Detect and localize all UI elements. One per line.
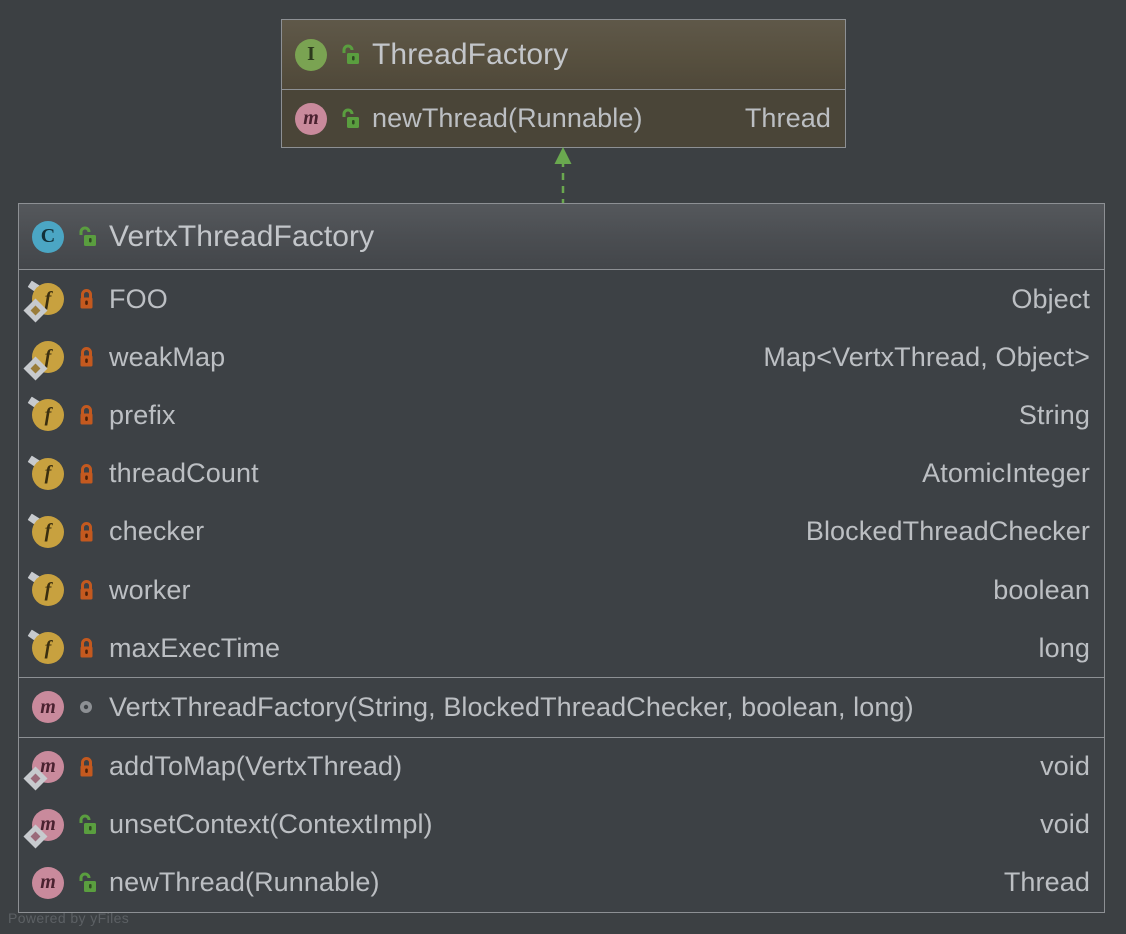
interface-name: ThreadFactory xyxy=(372,37,569,71)
class-node-vertxthreadfactory[interactable]: C VertxThreadFactory f FOO Object f weak… xyxy=(18,203,1105,913)
table-row[interactable]: f checker BlockedThreadChecker xyxy=(19,502,1104,561)
private-locked-icon xyxy=(73,400,99,430)
constructor-signature: VertxThreadFactory(String, BlockedThread… xyxy=(109,691,914,722)
public-unlocked-icon xyxy=(73,222,99,252)
class-icon: C xyxy=(31,220,65,254)
table-row[interactable]: m VertxThreadFactory(String, BlockedThre… xyxy=(19,678,1104,737)
field-type: long xyxy=(1038,632,1090,663)
field-name: prefix xyxy=(109,399,176,430)
field-name: maxExecTime xyxy=(109,632,281,663)
interface-method-row[interactable]: m newThread(Runnable) Thread xyxy=(282,90,845,147)
table-row[interactable]: f weakMap Map<VertxThread, Object> xyxy=(19,328,1104,387)
class-name: VertxThreadFactory xyxy=(109,219,375,253)
field-type: Object xyxy=(1011,283,1090,314)
method-icon: m xyxy=(294,102,328,136)
method-icon: m xyxy=(31,690,65,724)
yfiles-watermark: Powered by yFiles xyxy=(8,910,130,926)
interface-method-section: m newThread(Runnable) Thread xyxy=(282,90,845,147)
method-signature: addToMap(VertxThread) xyxy=(109,751,403,782)
private-locked-icon xyxy=(73,752,99,782)
class-header[interactable]: C VertxThreadFactory xyxy=(19,204,1104,270)
package-private-icon xyxy=(73,692,99,722)
field-type: String xyxy=(1018,399,1090,430)
field-name: checker xyxy=(109,516,205,547)
table-row[interactable]: f FOO Object xyxy=(19,270,1104,329)
field-icon: f xyxy=(31,515,65,549)
interface-header[interactable]: I ThreadFactory xyxy=(282,20,845,90)
constructor-section: m VertxThreadFactory(String, BlockedThre… xyxy=(19,677,1104,737)
method-return-type: void xyxy=(1040,751,1090,782)
interface-icon: I xyxy=(294,38,328,72)
field-icon: f xyxy=(23,340,65,381)
private-locked-icon xyxy=(73,633,99,663)
table-row[interactable]: f maxExecTime long xyxy=(19,619,1104,678)
method-signature: newThread(Runnable) xyxy=(109,867,380,898)
field-icon: f xyxy=(31,631,65,665)
table-row[interactable]: f threadCount AtomicInteger xyxy=(19,444,1104,503)
interface-node-threadfactory[interactable]: I ThreadFactory m newThread(Runnable) Th… xyxy=(281,19,846,148)
field-icon: f xyxy=(31,573,65,607)
method-return-type: Thread xyxy=(1003,867,1090,898)
table-row[interactable]: f worker boolean xyxy=(19,560,1104,620)
field-section: f FOO Object f weakMap Map<VertxThread, … xyxy=(19,270,1104,678)
table-row[interactable]: m newThread(Runnable) Thread xyxy=(19,853,1104,913)
method-signature: unsetContext(ContextImpl) xyxy=(109,809,433,840)
field-type: BlockedThreadChecker xyxy=(805,516,1090,547)
table-row[interactable]: f prefix String xyxy=(19,386,1104,445)
private-locked-icon xyxy=(73,284,99,314)
field-type: AtomicInteger xyxy=(922,458,1090,489)
method-signature: newThread(Runnable) xyxy=(372,103,643,133)
private-locked-icon xyxy=(73,342,99,372)
method-icon: m xyxy=(23,808,65,849)
field-name: threadCount xyxy=(109,458,259,489)
field-icon: f xyxy=(31,398,65,432)
field-icon: f xyxy=(23,282,65,323)
public-unlocked-icon xyxy=(73,810,99,840)
method-return-type: void xyxy=(1040,809,1090,840)
method-return-type: Thread xyxy=(744,103,831,133)
realization-arrow xyxy=(554,147,572,206)
public-unlocked-icon xyxy=(73,868,99,898)
field-icon: f xyxy=(31,457,65,491)
field-name: FOO xyxy=(109,283,168,314)
public-unlocked-icon xyxy=(336,40,362,70)
field-name: worker xyxy=(109,574,191,605)
private-locked-icon xyxy=(73,459,99,489)
method-icon: m xyxy=(23,750,65,791)
field-type: Map<VertxThread, Object> xyxy=(763,341,1090,372)
private-locked-icon xyxy=(73,575,99,605)
table-row[interactable]: m unsetContext(ContextImpl) void xyxy=(19,795,1104,854)
method-icon: m xyxy=(31,866,65,900)
public-unlocked-icon xyxy=(336,104,362,134)
field-type: boolean xyxy=(993,574,1090,605)
table-row[interactable]: m addToMap(VertxThread) void xyxy=(19,737,1104,796)
private-locked-icon xyxy=(73,517,99,547)
method-section: m addToMap(VertxThread) void m unsetCont… xyxy=(19,736,1104,913)
field-name: weakMap xyxy=(109,341,226,372)
